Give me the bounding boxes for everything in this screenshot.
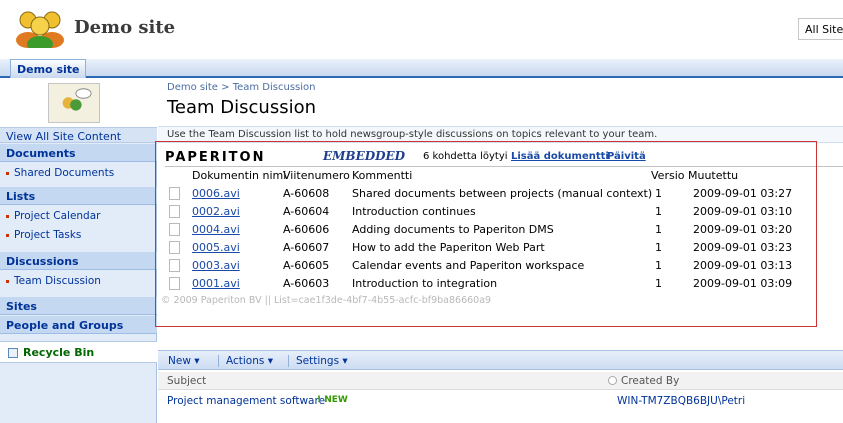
toolbar-divider (218, 355, 219, 367)
radio-icon (608, 376, 617, 385)
quick-launch: View All Site Content Documents Shared D… (0, 79, 157, 423)
site-image-area (0, 79, 157, 127)
new-menu-button[interactable]: New ▾ (168, 355, 200, 367)
discussion-subject-link[interactable]: Project management software (167, 395, 325, 407)
tab-home[interactable]: Demo site (10, 59, 87, 78)
nav-heading-documents[interactable]: Documents (0, 144, 157, 162)
top-nav-bar: Demo site (0, 59, 843, 78)
nav-item-label: Project Calendar (14, 210, 101, 222)
nav-heading-lists[interactable]: Lists (0, 187, 157, 205)
actions-menu-button[interactable]: Actions ▾ (226, 355, 273, 367)
col-header-created-by[interactable]: Created By (608, 375, 679, 387)
page-title: Team Discussion (167, 97, 317, 118)
nav-item-shared-documents[interactable]: Shared Documents (6, 167, 114, 179)
view-all-site-content-link[interactable]: View All Site Content (0, 127, 157, 143)
chevron-down-icon: ▾ (194, 355, 200, 367)
nav-heading-sites[interactable]: Sites (0, 297, 157, 315)
site-title[interactable]: Demo site (74, 17, 175, 38)
nav-heading-people-and-groups[interactable]: People and Groups (0, 316, 157, 334)
bullet-icon (6, 233, 9, 237)
chevron-down-icon: ▾ (342, 355, 348, 367)
chevron-down-icon: ▾ (267, 355, 273, 367)
new-badge-label: NEW (324, 395, 348, 405)
site-header: Demo site All Sites (0, 0, 843, 62)
new-badge: ! NEW (317, 395, 348, 405)
settings-menu-button[interactable]: Settings ▾ (296, 355, 348, 367)
sharepoint-page: Demo site All Sites Demo site View All S… (0, 0, 843, 423)
recycle-bin-icon (8, 348, 18, 358)
list-toolbar: New ▾ Actions ▾ Settings ▾ (158, 350, 843, 370)
nav-item-team-discussion[interactable]: Team Discussion (6, 275, 101, 287)
nav-item-project-tasks[interactable]: Project Tasks (6, 229, 81, 241)
nav-item-label: Team Discussion (14, 275, 101, 287)
bullet-icon (6, 171, 9, 175)
paperiton-copyright: © 2009 Paperiton BV || List=cae1f3de-4bf… (161, 295, 492, 306)
toolbar-divider (288, 355, 289, 367)
new-label: New (168, 355, 191, 367)
settings-label: Settings (296, 355, 340, 367)
bullet-icon (6, 279, 9, 283)
nav-item-label: Project Tasks (14, 229, 82, 241)
recycle-bin-link[interactable]: Recycle Bin (0, 341, 157, 363)
breadcrumb[interactable]: Demo site > Team Discussion (167, 82, 315, 93)
list-item: Project management software ! NEW WIN-TM… (158, 391, 843, 411)
created-by-label: Created By (621, 375, 680, 387)
nav-heading-discussions[interactable]: Discussions (0, 252, 157, 270)
col-header-subject[interactable]: Subject (167, 375, 206, 387)
actions-label: Actions (226, 355, 265, 367)
nav-item-label: Shared Documents (14, 167, 115, 179)
discussion-list-header: Subject Created By (158, 372, 843, 390)
nav-item-project-calendar[interactable]: Project Calendar (6, 210, 100, 222)
discussion-icon (48, 83, 100, 123)
search-scope-select[interactable]: All Sites (798, 18, 843, 40)
created-by-link[interactable]: WIN-TM7ZBQB6BJU\Petri (617, 395, 745, 407)
bullet-icon (6, 214, 9, 218)
people-logo-icon (16, 11, 64, 48)
recycle-bin-label: Recycle Bin (23, 346, 95, 359)
